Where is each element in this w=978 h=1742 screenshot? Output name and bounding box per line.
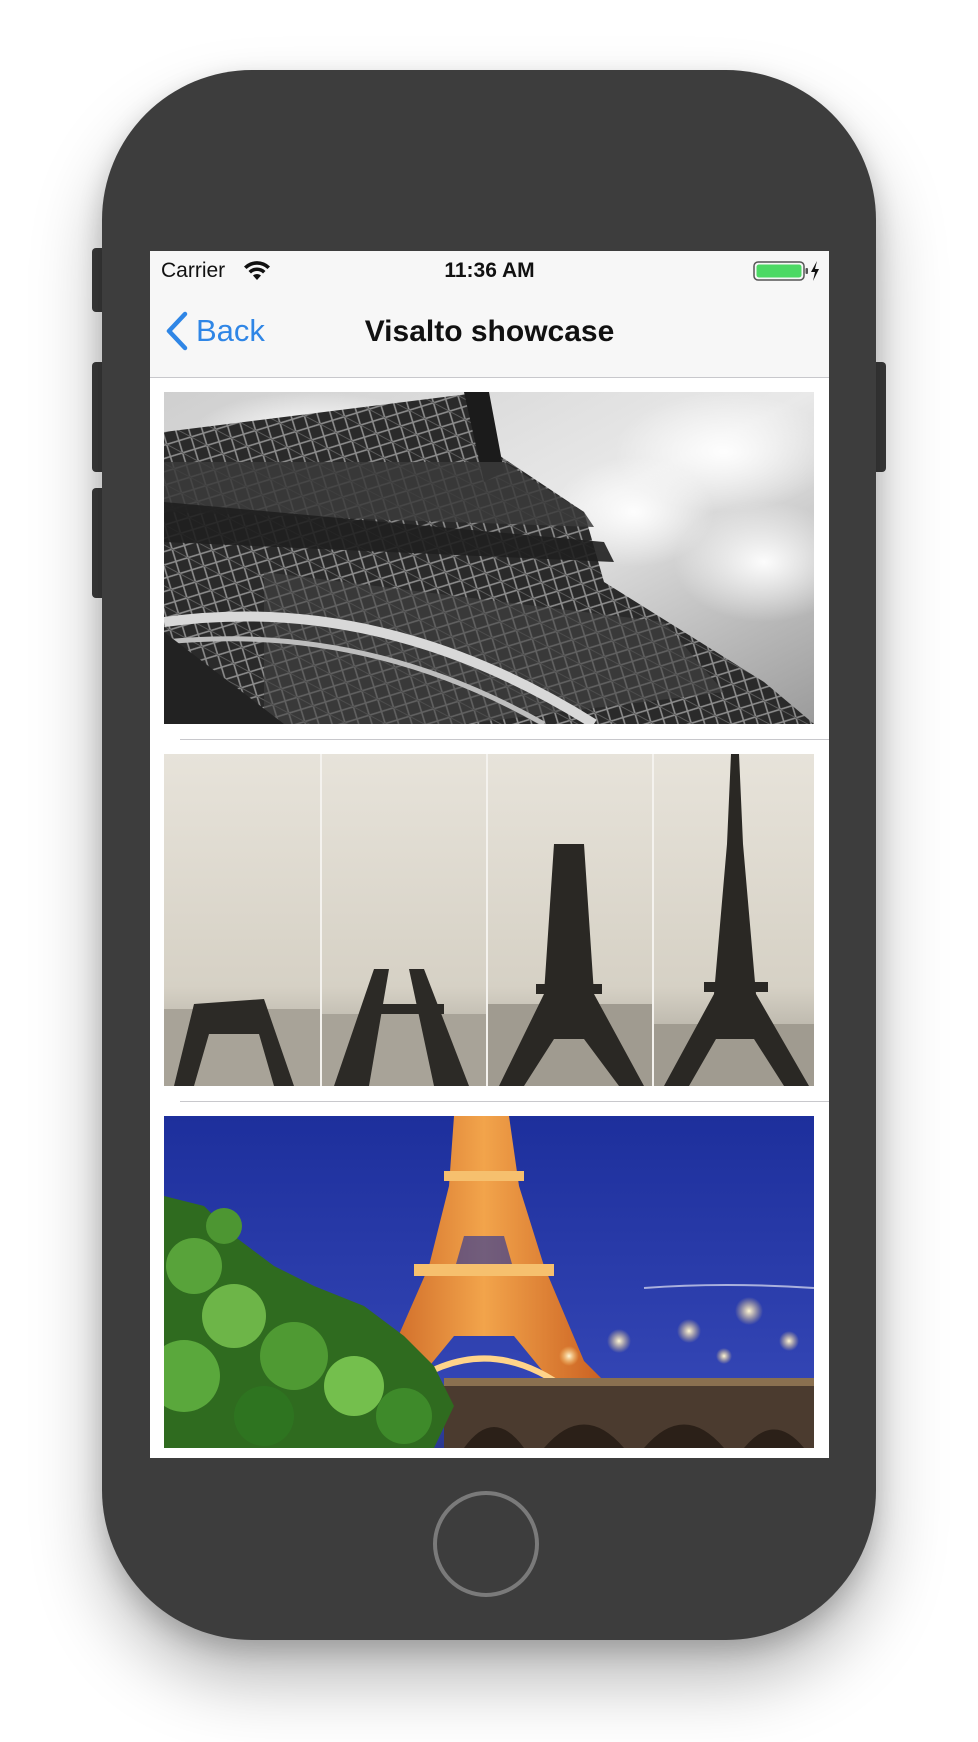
navigation-bar: Back Visalto showcase bbox=[150, 291, 829, 378]
list-item[interactable] bbox=[150, 1102, 829, 1458]
simulator-stage: Carrier 11:36 AM Back Visalto showcase bbox=[0, 0, 978, 1742]
image-list[interactable] bbox=[150, 378, 829, 1458]
home-button[interactable] bbox=[433, 1491, 539, 1597]
status-time: 11:36 AM bbox=[444, 259, 535, 282]
eiffel-tower-construction-sequence-image bbox=[164, 754, 814, 1086]
eiffel-tower-black-and-white-image bbox=[164, 392, 814, 724]
list-item[interactable] bbox=[150, 740, 829, 1102]
nav-title: Visalto showcase bbox=[364, 315, 615, 348]
eiffel-tower-night-illuminated-image bbox=[164, 1116, 814, 1448]
phone-screen: Carrier 11:36 AM Back Visalto showcase bbox=[150, 251, 829, 1458]
status-bar: Carrier 11:36 AM bbox=[150, 251, 829, 291]
battery-charging-icon bbox=[753, 261, 819, 281]
list-item[interactable] bbox=[150, 378, 829, 740]
